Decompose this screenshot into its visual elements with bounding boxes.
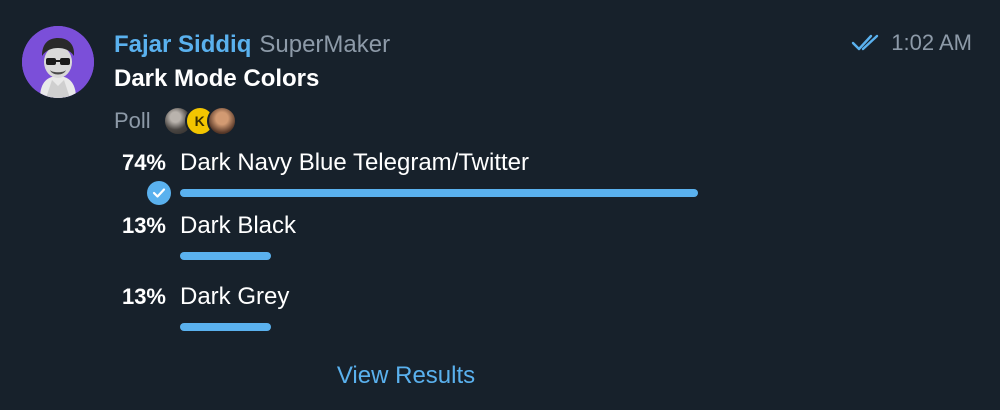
double-check-icon bbox=[852, 34, 879, 51]
avatar-portrait-icon bbox=[22, 26, 94, 98]
voter-avatar bbox=[206, 106, 237, 136]
poll-question: Dark Mode Colors bbox=[114, 65, 320, 92]
sender-avatar[interactable] bbox=[22, 26, 94, 98]
sender-line: Fajar Siddiq SuperMaker bbox=[114, 30, 390, 60]
sender-rank: SuperMaker bbox=[259, 31, 391, 58]
option-result-bar bbox=[180, 252, 271, 260]
poll-type-label: Poll bbox=[114, 108, 151, 133]
poll-message: Fajar Siddiq SuperMaker 1:02 AM Dark Mode… bbox=[0, 0, 1000, 410]
option-text: Dark Navy Blue Telegram/Twitter bbox=[180, 149, 530, 176]
option-percent: 13% bbox=[121, 284, 166, 309]
option-result-bar bbox=[180, 323, 271, 331]
view-results-button[interactable]: View Results bbox=[300, 360, 512, 392]
message-meta: 1:02 AM bbox=[851, 28, 972, 58]
message-time: 1:02 AM bbox=[891, 30, 972, 55]
poll-type-row: Poll K bbox=[114, 106, 237, 136]
sender-name[interactable]: Fajar Siddiq bbox=[114, 31, 251, 58]
option-text: Dark Grey bbox=[180, 283, 290, 310]
option-text: Dark Black bbox=[180, 212, 297, 239]
recent-voters: K bbox=[162, 106, 237, 136]
option-result-bar bbox=[180, 189, 698, 197]
chosen-check-icon bbox=[147, 181, 171, 205]
option-percent: 74% bbox=[121, 150, 166, 175]
option-percent: 13% bbox=[121, 213, 166, 238]
